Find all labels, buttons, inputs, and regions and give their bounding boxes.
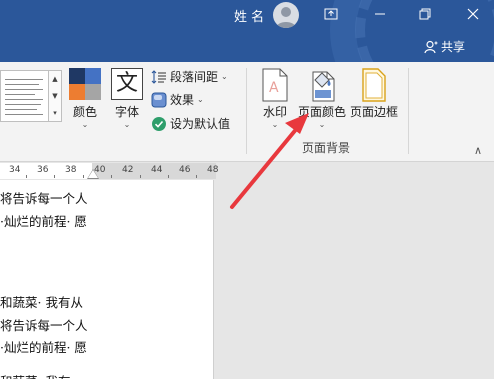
ruler-label: 44: [151, 165, 163, 175]
page-color-icon: [312, 71, 335, 102]
fonts-button[interactable]: 文 字体 ⌄: [109, 68, 145, 130]
user-avatar-icon: [276, 7, 296, 28]
page-borders-icon: [362, 68, 386, 102]
avatar[interactable]: [273, 2, 299, 28]
ruler-label: 46: [179, 165, 191, 175]
horizontal-ruler[interactable]: 34 36 38 40 42 44 46 48: [0, 163, 219, 179]
page-color-button[interactable]: 页面颜色 ⌄: [296, 68, 348, 130]
ribbon-design-tab: ▲ ▼ ▾ 颜色 ⌄ 文 字体 ⌄ 段落间距 ⌄ 效果 ⌄ 设为默认值 A 水印…: [0, 62, 494, 162]
minimize-button[interactable]: [369, 4, 391, 24]
effects-button[interactable]: 效果 ⌄: [151, 91, 204, 108]
set-as-default-label: 设为默认值: [170, 117, 231, 131]
colors-label: 颜色: [72, 105, 97, 119]
ruler-label: 42: [122, 165, 134, 175]
svg-text:A: A: [269, 80, 279, 96]
collapse-ribbon-icon[interactable]: ∧: [474, 144, 482, 157]
user-name[interactable]: 姓 名: [234, 6, 264, 25]
checkmark-circle-icon: [152, 116, 166, 131]
theme-colors-icon: [69, 68, 101, 100]
document-text-line[interactable]: ·灿烂的前程· 愿: [0, 337, 87, 356]
watermark-button[interactable]: A 水印 ⌄: [258, 68, 292, 130]
gallery-down-icon[interactable]: ▼: [52, 92, 57, 100]
group-separator: [246, 68, 247, 154]
gallery-more-icon[interactable]: ▾: [53, 109, 57, 117]
gallery-up-icon[interactable]: ▲: [52, 75, 57, 83]
page-background-group-label: 页面背景: [302, 141, 351, 155]
fonts-label: 字体: [114, 105, 139, 119]
restore-icon: [419, 8, 431, 20]
close-icon: [467, 8, 479, 20]
effects-label: 效果: [170, 93, 195, 107]
page-borders-button[interactable]: 页面边框: [349, 68, 399, 120]
page-borders-label: 页面边框: [349, 105, 398, 119]
paragraph-spacing-icon: [151, 69, 166, 84]
share-button[interactable]: 共享: [424, 38, 465, 55]
fonts-icon: 文: [111, 68, 143, 100]
ruler-label: 38: [65, 165, 77, 175]
ruler-label: 36: [37, 165, 49, 175]
page-color-dropdown-icon: ⌄: [318, 120, 326, 129]
document-text-line[interactable]: 和蔬菜· 我有从: [0, 292, 83, 311]
share-person-icon: [424, 40, 438, 53]
colors-dropdown-icon: ⌄: [81, 120, 89, 129]
ruler-label: 34: [9, 165, 21, 175]
watermark-label: 水印: [262, 105, 287, 119]
set-as-default-button[interactable]: 设为默认值: [151, 115, 230, 132]
paragraph-spacing-dropdown-icon: ⌄: [221, 72, 228, 81]
watermark-dropdown-icon: ⌄: [271, 120, 279, 129]
page-color-label: 页面颜色: [297, 105, 346, 119]
paragraph-spacing-button[interactable]: 段落间距 ⌄: [151, 68, 228, 85]
document-text-line[interactable]: 将告诉每一个人: [0, 315, 88, 334]
gallery-scroll[interactable]: ▲ ▼ ▾: [48, 70, 62, 122]
watermark-icon: A: [262, 68, 288, 102]
right-indent-marker[interactable]: [88, 170, 98, 178]
effects-dropdown-icon: ⌄: [197, 95, 204, 104]
group-separator: [408, 68, 409, 154]
document-text-line[interactable]: 和蔬菜· 我有: [0, 371, 70, 379]
share-label: 共享: [441, 40, 466, 54]
effects-icon: [151, 92, 167, 107]
minimize-icon: [375, 13, 385, 15]
document-page[interactable]: 将告诉每一个人 ·灿烂的前程· 愿 和蔬菜· 我有从 将告诉每一个人 ·灿烂的前…: [0, 180, 214, 379]
fonts-dropdown-icon: ⌄: [123, 120, 131, 129]
restore-button[interactable]: [414, 4, 436, 24]
ruler-label: 48: [207, 165, 219, 175]
close-button[interactable]: [462, 4, 484, 24]
document-text-line[interactable]: ·灿烂的前程· 愿: [0, 211, 87, 230]
ribbon-display-icon: [324, 8, 338, 20]
title-bar: 姓 名 共享: [0, 0, 494, 62]
ribbon-display-button[interactable]: [320, 4, 342, 24]
document-text-line[interactable]: 将告诉每一个人: [0, 188, 88, 207]
colors-button[interactable]: 颜色 ⌄: [68, 68, 102, 130]
paragraph-spacing-label: 段落间距: [170, 70, 219, 84]
